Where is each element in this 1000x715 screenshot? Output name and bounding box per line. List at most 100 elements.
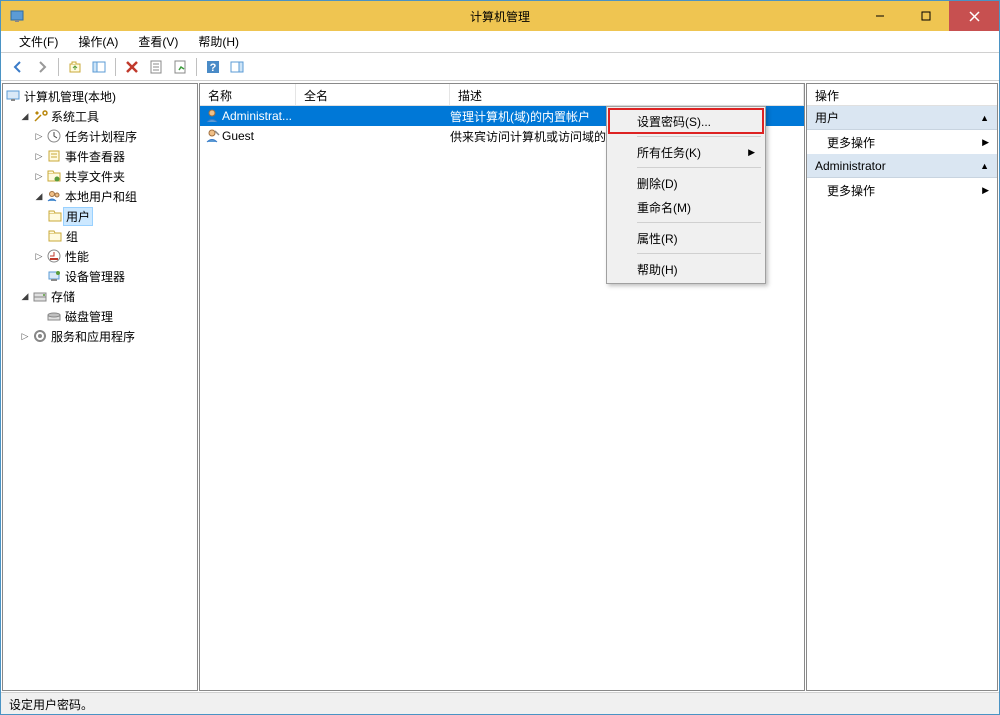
clock-icon [46, 128, 62, 144]
col-description[interactable]: 描述 [450, 84, 804, 105]
folder-icon [47, 208, 63, 224]
ctx-help[interactable]: 帮助(H) [609, 257, 763, 281]
action-group-users[interactable]: 用户 ▲ [807, 106, 997, 130]
toolbar: ? [1, 53, 999, 81]
tree-label: 设备管理器 [65, 268, 125, 285]
action-group-label: 用户 [815, 109, 839, 126]
tree-label: 用户 [63, 207, 93, 226]
showhide-button[interactable] [88, 56, 110, 78]
expand-icon[interactable]: ▷ [33, 130, 45, 142]
delete-button[interactable] [121, 56, 143, 78]
tree-storage[interactable]: ◢ 存储 [3, 286, 197, 306]
tree-eventvwr[interactable]: ▷ 事件查看器 [3, 146, 197, 166]
collapse-icon[interactable]: ◢ [19, 290, 31, 302]
device-icon [46, 268, 62, 284]
tree-shared[interactable]: ▷ 共享文件夹 [3, 166, 197, 186]
back-button[interactable] [7, 56, 29, 78]
menubar: 文件(F) 操作(A) 查看(V) 帮助(H) [1, 31, 999, 53]
col-name[interactable]: 名称 [200, 84, 296, 105]
titlebar[interactable]: 计算机管理 [1, 1, 999, 31]
svg-text:?: ? [210, 62, 217, 74]
menu-view[interactable]: 查看(V) [132, 31, 184, 52]
tree-tasksched[interactable]: ▷ 任务计划程序 [3, 126, 197, 146]
menu-file[interactable]: 文件(F) [13, 31, 64, 52]
ctx-all-tasks[interactable]: 所有任务(K)▶ [609, 140, 763, 164]
perf-icon [46, 248, 62, 264]
tree-root[interactable]: 计算机管理(本地) [3, 86, 197, 106]
tree-perf[interactable]: ▷ 性能 [3, 246, 197, 266]
help-button[interactable]: ? [202, 56, 224, 78]
tree-systools[interactable]: ◢ 系统工具 [3, 106, 197, 126]
maximize-button[interactable] [903, 1, 949, 31]
tree-label: 性能 [65, 248, 89, 265]
tree-label: 事件查看器 [65, 148, 125, 165]
collapse-icon[interactable]: ◢ [19, 110, 31, 122]
expand-icon[interactable]: ▷ [33, 150, 45, 162]
menu-action[interactable]: 操作(A) [72, 31, 124, 52]
tree-label: 共享文件夹 [65, 168, 125, 185]
action-more-admin[interactable]: 更多操作 ▶ [807, 178, 997, 202]
storage-icon [32, 288, 48, 304]
collapse-icon[interactable]: ▲ [980, 113, 989, 123]
action-label: 更多操作 [827, 182, 875, 199]
actions-header: 操作 [807, 84, 997, 106]
ctx-label: 设置密码(S)... [637, 113, 711, 130]
tree-localusers[interactable]: ◢ 本地用户和组 [3, 186, 197, 206]
spacer [33, 310, 45, 322]
refresh-button[interactable] [169, 56, 191, 78]
toolbar-separator [196, 58, 197, 76]
ctx-set-password[interactable]: 设置密码(S)... [609, 109, 763, 133]
tree-label: 系统工具 [51, 108, 99, 125]
statusbar: 设定用户密码。 [1, 692, 999, 714]
minimize-button[interactable] [857, 1, 903, 31]
user-disabled-icon [204, 128, 220, 144]
tree-diskmgmt[interactable]: 磁盘管理 [3, 306, 197, 326]
properties-button[interactable] [145, 56, 167, 78]
collapse-icon[interactable]: ▲ [980, 161, 989, 171]
eventlog-icon [46, 148, 62, 164]
tree-panel[interactable]: 计算机管理(本地) ◢ 系统工具 ▷ 任务计划程序 ▷ 事件查看器 ▷ 共享文件… [2, 83, 198, 691]
content-area: 计算机管理(本地) ◢ 系统工具 ▷ 任务计划程序 ▷ 事件查看器 ▷ 共享文件… [1, 81, 999, 692]
forward-button[interactable] [31, 56, 53, 78]
tree-devmgr[interactable]: 设备管理器 [3, 266, 197, 286]
tree-groups[interactable]: 组 [3, 226, 197, 246]
cell-name: Administrat... [222, 109, 296, 123]
services-icon [32, 328, 48, 344]
actions-panel: 操作 用户 ▲ 更多操作 ▶ Administrator ▲ 更多操作 ▶ [806, 83, 998, 691]
col-fullname[interactable]: 全名 [296, 84, 450, 105]
list-header: 名称 全名 描述 [200, 84, 804, 106]
close-button[interactable] [949, 1, 999, 31]
action-group-administrator[interactable]: Administrator ▲ [807, 154, 997, 178]
expand-icon[interactable]: ▷ [19, 330, 31, 342]
menu-help[interactable]: 帮助(H) [192, 31, 245, 52]
tree-label: 服务和应用程序 [51, 328, 135, 345]
collapse-icon[interactable]: ◢ [33, 190, 45, 202]
action-group-label: Administrator [815, 159, 886, 173]
status-text: 设定用户密码。 [9, 698, 93, 712]
app-window: 计算机管理 文件(F) 操作(A) 查看(V) 帮助(H) ? 计算机管理(本地… [0, 0, 1000, 715]
up-button[interactable] [64, 56, 86, 78]
window-controls [857, 1, 999, 31]
ctx-delete[interactable]: 删除(D) [609, 171, 763, 195]
actionpane-button[interactable] [226, 56, 248, 78]
ctx-label: 属性(R) [637, 230, 678, 247]
computer-icon [5, 88, 21, 104]
submenu-arrow-icon: ▶ [982, 185, 989, 196]
tree-users[interactable]: 用户 [3, 206, 197, 226]
tree-services[interactable]: ▷ 服务和应用程序 [3, 326, 197, 346]
context-menu: 设置密码(S)... 所有任务(K)▶ 删除(D) 重命名(M) 属性(R) 帮… [606, 106, 766, 284]
ctx-label: 删除(D) [637, 175, 678, 192]
ctx-label: 重命名(M) [637, 199, 691, 216]
toolbar-separator [115, 58, 116, 76]
ctx-rename[interactable]: 重命名(M) [609, 195, 763, 219]
ctx-separator [637, 136, 761, 137]
ctx-separator [637, 222, 761, 223]
ctx-properties[interactable]: 属性(R) [609, 226, 763, 250]
action-more-users[interactable]: 更多操作 ▶ [807, 130, 997, 154]
tree-label: 存储 [51, 288, 75, 305]
expand-icon[interactable]: ▷ [33, 250, 45, 262]
users-icon [46, 188, 62, 204]
list-panel: 名称 全名 描述 Administrat... 管理计算机(域)的内置帐户 Gu… [199, 83, 805, 691]
expand-icon[interactable]: ▷ [33, 170, 45, 182]
tree-label: 任务计划程序 [65, 128, 137, 145]
